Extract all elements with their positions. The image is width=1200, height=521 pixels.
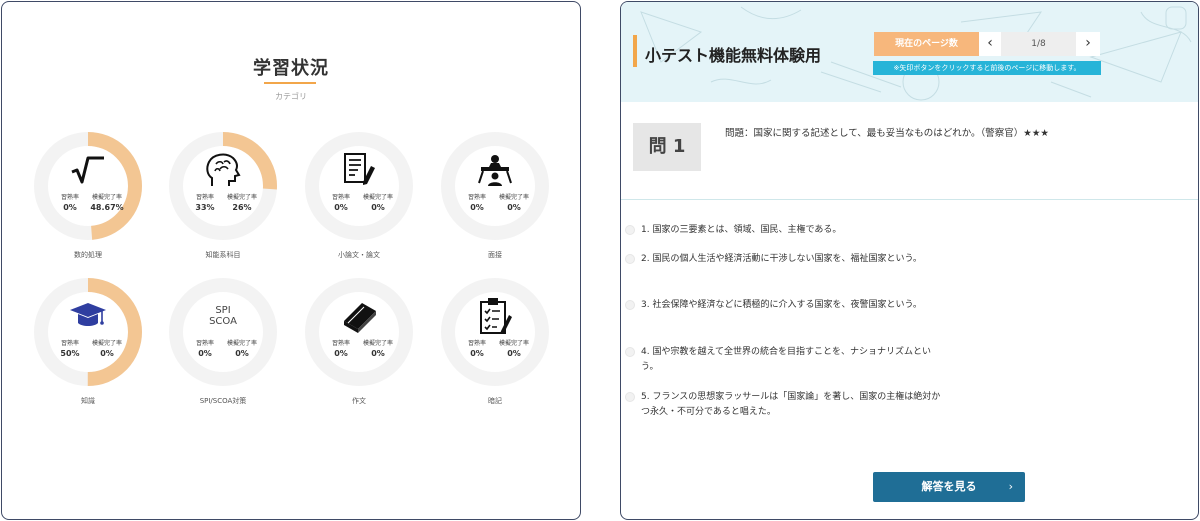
divider: [621, 199, 1198, 200]
category-card-interview[interactable]: 習熟率 模擬完了率 0% 0% 面接: [433, 130, 557, 266]
option-radio[interactable]: [625, 225, 635, 235]
mock-completion-value: 0%: [235, 349, 249, 358]
interview-icon: [470, 150, 520, 190]
mock-completion-label: 模擬完了率: [498, 194, 529, 201]
category-name: 数的処理: [74, 251, 102, 259]
mock-completion-value: 0%: [507, 203, 521, 212]
mock-completion-value: 0%: [100, 349, 114, 358]
page-indicator: 1/8: [1001, 32, 1076, 56]
mastery-rate-label: 習熟率: [195, 340, 214, 347]
option-text: 1. 国家の三要素とは、領域、国民、主権である。: [641, 225, 842, 235]
mastery-rate-label: 習熟率: [467, 340, 486, 347]
mastery-rate-value: 0%: [63, 203, 77, 212]
option-text: 3. 社会保障や経済などに積極的に介入する国家を、夜警国家という。: [641, 300, 922, 310]
option-text: 5. フランスの思想家ラッサールは「国家論」を著し、国家の主権は絶対かつ永久・不…: [641, 392, 941, 417]
option-text: 4. 国や宗教を越えて全世界の統合を目指すことを、ナショナリズムという。: [641, 347, 931, 372]
study-status-panel: 学習状況 カテゴリ 習熟率 模擬完了率 0% 48.67% 数的処理 習熟率 模…: [1, 1, 581, 520]
study-status-subtitle: カテゴリ: [275, 92, 307, 101]
clipboard-checklist-icon: [470, 296, 520, 336]
spi-scoa-icon: SPI SCOA: [198, 296, 248, 336]
show-answer-button[interactable]: 解答を見る ›: [873, 472, 1025, 502]
title-accent-bar: [633, 35, 637, 67]
mastery-rate-label: 習熟率: [60, 194, 79, 201]
category-name: 小論文・論文: [338, 251, 380, 259]
option-radio[interactable]: [625, 347, 635, 357]
current-page-label: 現在のページ数: [874, 32, 979, 56]
category-card-composition[interactable]: 習熟率 模擬完了率 0% 0% 作文: [297, 276, 421, 412]
mock-completion-value: 0%: [371, 349, 385, 358]
document-pen-icon: [334, 150, 384, 190]
category-name: 作文: [352, 397, 366, 405]
quiz-header: 小テスト機能無料体験用 現在のページ数 ‹ 1/8 › ※矢印ボタンをクリックす…: [621, 2, 1198, 102]
mastery-rate-label: 習熟率: [331, 194, 350, 201]
mastery-rate-label: 習熟率: [60, 340, 79, 347]
mastery-rate-value: 0%: [198, 349, 212, 358]
mock-completion-value: 48.67%: [90, 203, 124, 212]
category-card-knowledge[interactable]: 習熟率 模擬完了率 50% 0% 知識: [26, 276, 150, 412]
mastery-rate-value: 0%: [470, 203, 484, 212]
mock-completion-value: 26%: [232, 203, 252, 212]
mock-completion-label: 模擬完了率: [498, 340, 529, 347]
page-navigation-hint: ※矢印ボタンをクリックすると前後のページに移動します。: [873, 61, 1101, 75]
option-radio[interactable]: [625, 254, 635, 264]
mock-completion-label: 模擬完了率: [91, 340, 122, 347]
next-page-button[interactable]: ›: [1076, 32, 1100, 56]
category-card-essay[interactable]: 習熟率 模擬完了率 0% 0% 小論文・論文: [297, 130, 421, 266]
book-icon: [334, 296, 384, 336]
brain-head-icon: [198, 150, 248, 190]
quiz-title: 小テスト機能無料体験用: [645, 46, 822, 65]
category-card-knowledge-subjects[interactable]: 習熟率 模擬完了率 33% 26% 知能系科目: [161, 130, 285, 266]
mastery-rate-label: 習熟率: [195, 194, 214, 201]
square-root-icon: [63, 150, 113, 190]
mastery-rate-value: 33%: [195, 203, 215, 212]
graduation-cap-icon: [63, 296, 113, 336]
mock-completion-label: 模擬完了率: [362, 340, 393, 347]
mastery-rate-value: 0%: [334, 203, 348, 212]
mastery-rate-value: 50%: [60, 349, 80, 358]
prev-page-button[interactable]: ‹: [979, 32, 1001, 56]
mock-completion-value: 0%: [371, 203, 385, 212]
option-text: 2. 国民の個人生活や経済活動に干渉しない国家を、福祉国家という。: [641, 254, 922, 264]
category-card-memorization[interactable]: 習熟率 模擬完了率 0% 0% 暗記: [433, 276, 557, 412]
mastery-rate-value: 0%: [334, 349, 348, 358]
show-answer-label: 解答を見る: [921, 480, 977, 493]
mock-completion-label: 模擬完了率: [362, 194, 393, 201]
mastery-rate-label: 習熟率: [331, 340, 350, 347]
category-card-spi-scoa[interactable]: SPI SCOA 習熟率 模擬完了率 0% 0% SPI/SCOA対策: [161, 276, 285, 412]
category-name: 暗記: [488, 397, 502, 405]
mock-completion-value: 0%: [507, 349, 521, 358]
study-status-title: 学習状況: [253, 58, 329, 79]
mastery-rate-label: 習熟率: [467, 194, 486, 201]
mastery-rate-value: 0%: [470, 349, 484, 358]
category-name: 面接: [488, 251, 502, 259]
category-card-math[interactable]: 習熟率 模擬完了率 0% 48.67% 数的処理: [26, 130, 150, 266]
mock-completion-label: 模擬完了率: [226, 194, 257, 201]
mock-completion-label: 模擬完了率: [226, 340, 257, 347]
title-underline: [264, 82, 316, 84]
question-text: 問題：国家に関する記述として、最も妥当なものはどれか。（警察官）★★★: [725, 128, 1049, 139]
category-name: SPI/SCOA対策: [199, 397, 247, 405]
option-radio[interactable]: [625, 300, 635, 310]
mock-completion-label: 模擬完了率: [91, 194, 122, 201]
category-name: 知識: [81, 397, 95, 405]
category-name: 知能系科目: [205, 251, 241, 259]
option-radio[interactable]: [625, 392, 635, 402]
quiz-panel: 小テスト機能無料体験用 現在のページ数 ‹ 1/8 › ※矢印ボタンをクリックす…: [620, 1, 1199, 520]
chevron-right-icon: ›: [1008, 480, 1013, 493]
question-number: 問 1: [633, 123, 701, 171]
spi-scoa-icon-text: SPI SCOA: [209, 305, 237, 327]
